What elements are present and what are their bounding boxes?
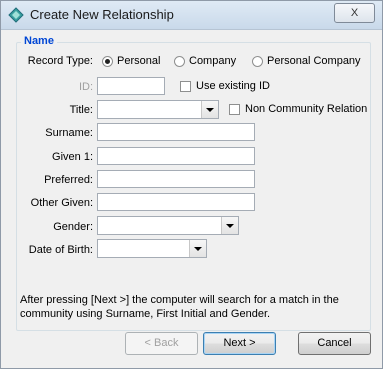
preferred-field[interactable]: [97, 170, 255, 188]
title-combo[interactable]: [97, 100, 219, 119]
close-button[interactable]: X: [334, 3, 375, 23]
non-community-checkbox[interactable]: [229, 104, 240, 115]
preferred-label: Preferred:: [44, 174, 93, 186]
group-title: Name: [21, 35, 57, 47]
use-existing-id-label[interactable]: Use existing ID: [196, 80, 270, 92]
radio-personal-company-label[interactable]: Personal Company: [267, 55, 361, 67]
search-note: After pressing [Next >] the computer wil…: [20, 294, 339, 320]
dob-dropdown-arrow-icon[interactable]: [189, 240, 206, 257]
record-type-label: Record Type:: [27, 55, 93, 67]
surname-label: Surname:: [45, 127, 93, 139]
title-dropdown-arrow-icon[interactable]: [201, 101, 218, 118]
dob-picker[interactable]: [97, 239, 207, 258]
given1-label: Given 1:: [52, 151, 93, 163]
dialog-window: Create New Relationship X Name Record Ty…: [0, 0, 383, 369]
gender-dropdown-arrow-icon[interactable]: [221, 217, 238, 234]
id-label: ID:: [78, 81, 93, 93]
app-diamond-icon: [8, 7, 24, 23]
non-community-label[interactable]: Non Community Relation: [245, 103, 367, 115]
dialog-body: Name Record Type: Personal Company Perso…: [7, 30, 376, 365]
title-label: Title:: [69, 104, 93, 116]
cancel-button[interactable]: Cancel: [298, 332, 371, 355]
given1-field[interactable]: [97, 147, 255, 165]
window-title: Create New Relationship: [30, 7, 174, 22]
radio-personal-label[interactable]: Personal: [117, 55, 160, 67]
next-button[interactable]: Next >: [203, 332, 276, 355]
radio-personal[interactable]: [102, 56, 113, 67]
surname-field[interactable]: [97, 123, 255, 141]
other-given-field[interactable]: [97, 193, 255, 211]
gender-combo[interactable]: [97, 216, 239, 235]
dob-label: Date of Birth:: [28, 244, 93, 256]
gender-label: Gender:: [53, 221, 93, 233]
title-bar[interactable]: Create New Relationship X: [1, 1, 382, 30]
radio-company-label[interactable]: Company: [189, 55, 236, 67]
other-given-label: Other Given:: [30, 197, 93, 209]
id-field[interactable]: [97, 77, 165, 95]
back-button[interactable]: < Back: [125, 332, 198, 355]
use-existing-id-checkbox[interactable]: [180, 81, 191, 92]
radio-company[interactable]: [174, 56, 185, 67]
radio-personal-company[interactable]: [252, 56, 263, 67]
